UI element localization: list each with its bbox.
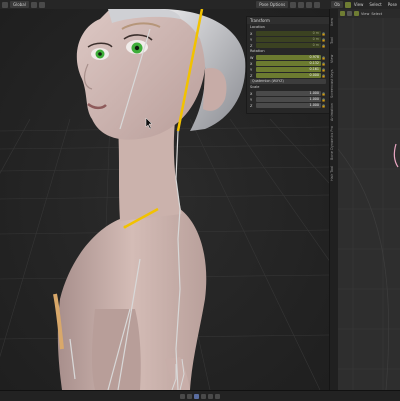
pupil-left: [98, 52, 102, 56]
lock-icon[interactable]: 🔒: [321, 38, 326, 42]
location-label: Location: [250, 25, 265, 29]
rotation-z-row: Z 0.000 🔒: [250, 73, 326, 78]
play-reverse-icon[interactable]: [194, 393, 199, 399]
jump-start-icon[interactable]: [180, 393, 185, 399]
secondary-viewport[interactable]: View Select: [338, 9, 400, 390]
lock-icon[interactable]: 🔒: [321, 68, 326, 72]
play-icon[interactable]: [201, 393, 206, 399]
scale-label: Scale: [250, 85, 260, 89]
secondary-menu-select[interactable]: Select: [371, 12, 382, 16]
right-editor-dropdown[interactable]: Ob: [331, 1, 343, 8]
secondary-background: [338, 9, 400, 390]
timeline-controls: [0, 390, 400, 401]
scale-x-field[interactable]: 1.000: [256, 91, 321, 96]
lock-icon[interactable]: 🔒: [321, 92, 326, 96]
mode-icon[interactable]: [340, 11, 345, 16]
location-x-row: X 0 m 🔒: [250, 31, 326, 36]
menu-select[interactable]: Select: [366, 1, 384, 8]
pivot-icon[interactable]: [30, 1, 37, 8]
location-y-row: Y 0 m 🔒: [250, 37, 326, 42]
arm: [91, 309, 141, 390]
scale-x-row: X 1.000 🔒: [250, 91, 326, 96]
rotation-x-row: X 0.132 🔒: [250, 61, 326, 66]
scale-y-row: Y 1.000 🔒: [250, 97, 326, 102]
scale-z-field[interactable]: 1.000: [256, 103, 321, 108]
menu-view[interactable]: View: [351, 1, 367, 8]
lock-icon[interactable]: 🔒: [321, 74, 326, 78]
secondary-header: View Select: [338, 9, 400, 18]
rotation-w-field[interactable]: 0.978: [256, 55, 321, 60]
lock-icon[interactable]: 🔒: [321, 44, 326, 48]
rotation-z-field[interactable]: 0.000: [256, 73, 321, 78]
menu-pose[interactable]: Pose: [385, 1, 400, 8]
rotation-w-row: W 0.978 🔒: [250, 55, 326, 60]
snap-icon[interactable]: [38, 1, 45, 8]
tab-tool[interactable]: Tool: [330, 33, 338, 49]
select-active-icon[interactable]: [354, 11, 359, 16]
location-x-field[interactable]: 0 m: [256, 31, 321, 36]
shading-material-icon[interactable]: [306, 1, 313, 8]
tab-hair-tool[interactable]: Hair Tool: [330, 163, 338, 183]
next-keyframe-icon[interactable]: [208, 393, 213, 399]
sidebar-tabs: Item Tool View Screencast Keys Animation…: [329, 9, 338, 390]
lock-icon[interactable]: 🔒: [321, 56, 326, 60]
tab-bone-dynamics-pro[interactable]: Bone Dynamics Pro: [330, 125, 338, 161]
lock-icon[interactable]: 🔒: [321, 62, 326, 66]
rotation-label: Rotation: [250, 49, 265, 53]
tab-item[interactable]: Item: [330, 13, 338, 31]
location-y-field[interactable]: 0 m: [256, 37, 321, 42]
jump-end-icon[interactable]: [215, 393, 220, 399]
shading-rendered-icon[interactable]: [314, 1, 321, 8]
secondary-menu-view[interactable]: View: [361, 12, 369, 16]
transform-panel-title[interactable]: Transform: [247, 17, 329, 24]
bone-joint-shoulder: [123, 225, 127, 229]
lock-icon[interactable]: 🔒: [321, 98, 326, 102]
rotation-mode-dropdown[interactable]: Quaternion (WXYZ): [250, 79, 326, 84]
pose-options-dropdown[interactable]: Pose Options: [256, 1, 289, 8]
rotation-y-field[interactable]: 0.161: [256, 67, 321, 72]
overlay-icon[interactable]: [290, 1, 297, 8]
location-z-row: Z 0 m 🔒: [250, 43, 326, 48]
tab-screencast-keys[interactable]: Screencast Keys: [330, 69, 338, 99]
tab-animation[interactable]: Animation: [330, 101, 338, 123]
select-mode-icon[interactable]: [344, 1, 351, 8]
tab-view[interactable]: View: [330, 51, 338, 67]
prev-keyframe-icon[interactable]: [187, 393, 192, 399]
lock-icon[interactable]: 🔒: [321, 32, 326, 36]
lock-icon[interactable]: 🔒: [321, 104, 326, 108]
transform-panel: Transform Location X 0 m 🔒 Y 0 m 🔒 Z 0 m…: [246, 16, 330, 114]
shading-solid-icon[interactable]: [298, 1, 305, 8]
scale-z-row: Z 1.000 🔒: [250, 103, 326, 108]
transform-orientation-dropdown[interactable]: Global: [10, 1, 29, 8]
scale-y-field[interactable]: 1.000: [256, 97, 321, 102]
rotation-y-row: Y 0.161 🔒: [250, 67, 326, 72]
pupil-right: [134, 45, 140, 51]
location-z-field[interactable]: 0 m: [256, 43, 321, 48]
rotation-x-field[interactable]: 0.132: [256, 61, 321, 66]
select-box-icon[interactable]: [347, 11, 352, 16]
secondary-scene: [338, 9, 400, 390]
editor-type-icon[interactable]: [2, 1, 8, 8]
